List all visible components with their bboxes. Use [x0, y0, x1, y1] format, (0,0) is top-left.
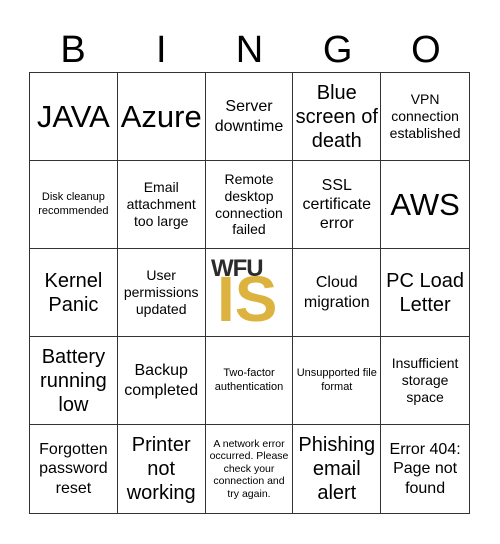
bingo-cell-text: Kernel Panic: [44, 269, 103, 316]
bingo-cell-text: VPN connection established: [389, 91, 461, 141]
header-letter-i: I: [156, 29, 167, 71]
free-space-cell[interactable]: IS WFU: [205, 249, 294, 337]
bingo-cell-text: Cloud migration: [303, 274, 370, 311]
bingo-cell-text: User permissions updated: [123, 267, 199, 317]
logo-wfu-text: WFU: [210, 254, 264, 282]
bingo-cell-text: Error 404: Page not found: [389, 441, 461, 497]
wfu-is-logo: IS WFU: [209, 253, 289, 333]
bingo-card-grid: JAVA Azure Server downtime Blue screen of d…: [29, 72, 470, 514]
bingo-cell-text: Email attachment too large: [126, 179, 196, 229]
bingo-cell-text: Printer not working: [126, 434, 196, 504]
bingo-cell-text: Battery running low: [40, 345, 107, 416]
bingo-cell-text: A network error occurred. Please check y…: [209, 437, 289, 500]
header-letter-n: N: [235, 29, 264, 71]
bingo-cell[interactable]: Printer not working: [118, 425, 206, 513]
bingo-cell[interactable]: Error 404: Page not found: [381, 425, 469, 513]
bingo-cell[interactable]: Blue screen of death: [293, 73, 382, 161]
bingo-cell[interactable]: Remote desktop connection failed: [205, 161, 294, 249]
bingo-cell-text: JAVA: [36, 98, 110, 134]
bingo-cell[interactable]: SSL certificate error: [293, 161, 382, 249]
bingo-cell[interactable]: Insufficient storage space: [381, 337, 469, 425]
bingo-header: B I N G O: [29, 28, 470, 72]
bingo-cell[interactable]: Backup completed: [117, 337, 206, 425]
bingo-cell[interactable]: JAVA: [30, 73, 118, 161]
header-letter-g: G: [322, 29, 353, 71]
bingo-cell[interactable]: User permissions updated: [117, 249, 206, 337]
bingo-cell-text: Two-factor authentication: [214, 367, 284, 393]
bingo-cell[interactable]: PC Load Letter: [381, 249, 469, 337]
bingo-cell-text: AWS: [390, 186, 460, 222]
bingo-cell-text: Forgotten password reset: [39, 441, 108, 497]
bingo-cell-text: Unsupported file format: [296, 367, 377, 393]
bingo-cell[interactable]: AWS: [381, 161, 469, 249]
header-letter-o: O: [411, 29, 441, 71]
bingo-cell-text: Phishing email alert: [298, 434, 376, 504]
bingo-cell[interactable]: Disk cleanup recommended: [30, 161, 118, 249]
bingo-cell-text: Insufficient storage space: [391, 355, 459, 405]
bingo-cell-text: Backup completed: [124, 362, 199, 399]
bingo-cell-text: Server downtime: [214, 98, 284, 135]
bingo-cell-text: Blue screen of death: [295, 81, 378, 152]
bingo-cell[interactable]: VPN connection established: [381, 73, 469, 161]
bingo-cell[interactable]: Azure: [117, 73, 206, 161]
bingo-cell[interactable]: Cloud migration: [293, 249, 382, 337]
bingo-cell-text: SSL certificate error: [302, 176, 372, 233]
bingo-cell[interactable]: Server downtime: [205, 73, 294, 161]
bingo-cell-text: Azure: [120, 98, 202, 134]
bingo-cell[interactable]: Battery running low: [30, 337, 118, 425]
header-letter-b: B: [60, 29, 86, 71]
bingo-cell-text: Remote desktop connection failed: [215, 170, 283, 238]
bingo-cell[interactable]: Email attachment too large: [117, 161, 206, 249]
bingo-cell-text: PC Load Letter: [386, 269, 465, 316]
bingo-cell[interactable]: A network error occurred. Please check y…: [206, 425, 294, 513]
bingo-cell[interactable]: Two-factor authentication: [205, 337, 294, 425]
bingo-cell[interactable]: Unsupported file format: [293, 337, 382, 425]
bingo-cell[interactable]: Kernel Panic: [30, 249, 118, 337]
bingo-cell[interactable]: Phishing email alert: [293, 425, 382, 513]
bingo-cell[interactable]: Forgotten password reset: [30, 425, 118, 513]
bingo-cell-text: Disk cleanup recommended: [38, 191, 109, 217]
